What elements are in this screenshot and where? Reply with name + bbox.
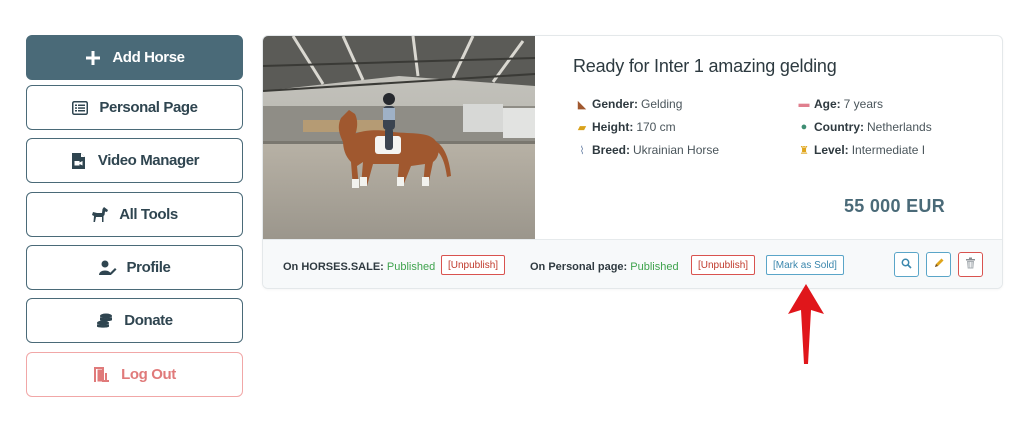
list-icon xyxy=(71,99,89,117)
donate-label: Donate xyxy=(124,312,173,329)
door-exit-icon xyxy=(93,366,111,384)
height-value: 170 cm xyxy=(636,120,676,134)
globe-icon: ● xyxy=(800,121,808,133)
country-label: Country: xyxy=(814,120,864,134)
horses-sale-published: Published xyxy=(386,261,436,273)
horse-icon xyxy=(91,206,109,224)
breed-value: Ukrainian Horse xyxy=(633,143,720,157)
age-label: Age: xyxy=(814,97,841,111)
personal-page-status: On Personal page: Published xyxy=(530,261,679,273)
attr-breed: ⌇ Breed: Ukrainian Horse xyxy=(575,143,719,157)
user-edit-icon xyxy=(98,259,117,277)
video-manager-button[interactable]: Video Manager xyxy=(26,138,243,183)
gender-label: Gender: xyxy=(592,97,639,111)
add-horse-button[interactable]: Add Horse xyxy=(26,35,243,80)
age-value: 7 years xyxy=(843,97,884,111)
mark-as-sold-button[interactable]: [Mark as Sold] xyxy=(766,255,844,275)
listing-footer: On HORSES.SALE: Published [Unpublish] On… xyxy=(263,239,1002,288)
trash-icon xyxy=(965,257,976,272)
edit-button[interactable] xyxy=(926,252,951,277)
trophy-icon: ♜ xyxy=(799,144,809,157)
attr-age: ▬ Age: 7 years xyxy=(797,97,884,111)
all-tools-button[interactable]: All Tools xyxy=(26,192,243,237)
cake-icon: ▬ xyxy=(798,98,810,110)
log-out-label: Log Out xyxy=(121,366,176,383)
view-button[interactable] xyxy=(894,252,919,277)
annotation-arrow-icon xyxy=(784,280,828,375)
unpublish-horses-sale-button[interactable]: [Unpublish] xyxy=(441,255,506,275)
personal-page-button[interactable]: Personal Page xyxy=(26,85,243,130)
search-icon xyxy=(901,258,912,272)
delete-button[interactable] xyxy=(958,252,983,277)
video-manager-label: Video Manager xyxy=(97,152,200,169)
ruler-icon: ▰ xyxy=(577,121,587,134)
horses-sale-label: On HORSES.SALE: xyxy=(283,261,384,273)
attr-country: ● Country: Netherlands xyxy=(797,120,932,134)
coins-icon xyxy=(96,312,114,330)
video-file-icon xyxy=(70,152,88,170)
horse-listing-card: Ready for Inter 1 amazing gelding ◣ Gend… xyxy=(262,35,1003,289)
add-horse-label: Add Horse xyxy=(112,49,185,66)
horses-sale-status: On HORSES.SALE: Published xyxy=(283,261,435,273)
profile-label: Profile xyxy=(126,259,171,276)
plus-icon xyxy=(84,49,102,67)
donate-button[interactable]: Donate xyxy=(26,298,243,343)
breed-label: Breed: xyxy=(592,143,631,157)
listing-price: 55 000 EUR xyxy=(843,196,945,216)
horse-photo[interactable] xyxy=(263,36,535,239)
all-tools-label: All Tools xyxy=(119,206,178,223)
gender-value: Gelding xyxy=(641,97,683,111)
boot-icon: ◣ xyxy=(577,98,587,111)
attr-level: ♜ Level: Intermediate I xyxy=(797,143,925,157)
unpublish-personal-page-button[interactable]: [Unpublish] xyxy=(691,255,756,275)
listing-title[interactable]: Ready for Inter 1 amazing gelding xyxy=(573,56,837,77)
personal-page-label: Personal Page xyxy=(99,99,198,116)
personal-page-label: On Personal page: xyxy=(530,261,628,273)
log-out-button[interactable]: Log Out xyxy=(26,352,243,397)
dna-icon: ⌇ xyxy=(579,144,585,157)
level-label: Level: xyxy=(814,143,849,157)
level-value: Intermediate I xyxy=(851,143,926,157)
country-value: Netherlands xyxy=(867,120,932,134)
listing-info: Ready for Inter 1 amazing gelding ◣ Gend… xyxy=(535,36,1002,239)
profile-button[interactable]: Profile xyxy=(26,245,243,290)
height-label: Height: xyxy=(592,120,634,134)
personal-page-published: Published xyxy=(630,261,679,273)
pencil-icon xyxy=(933,257,945,272)
attr-height: ▰ Height: 170 cm xyxy=(575,120,676,134)
attr-gender: ◣ Gender: Gelding xyxy=(575,97,683,111)
